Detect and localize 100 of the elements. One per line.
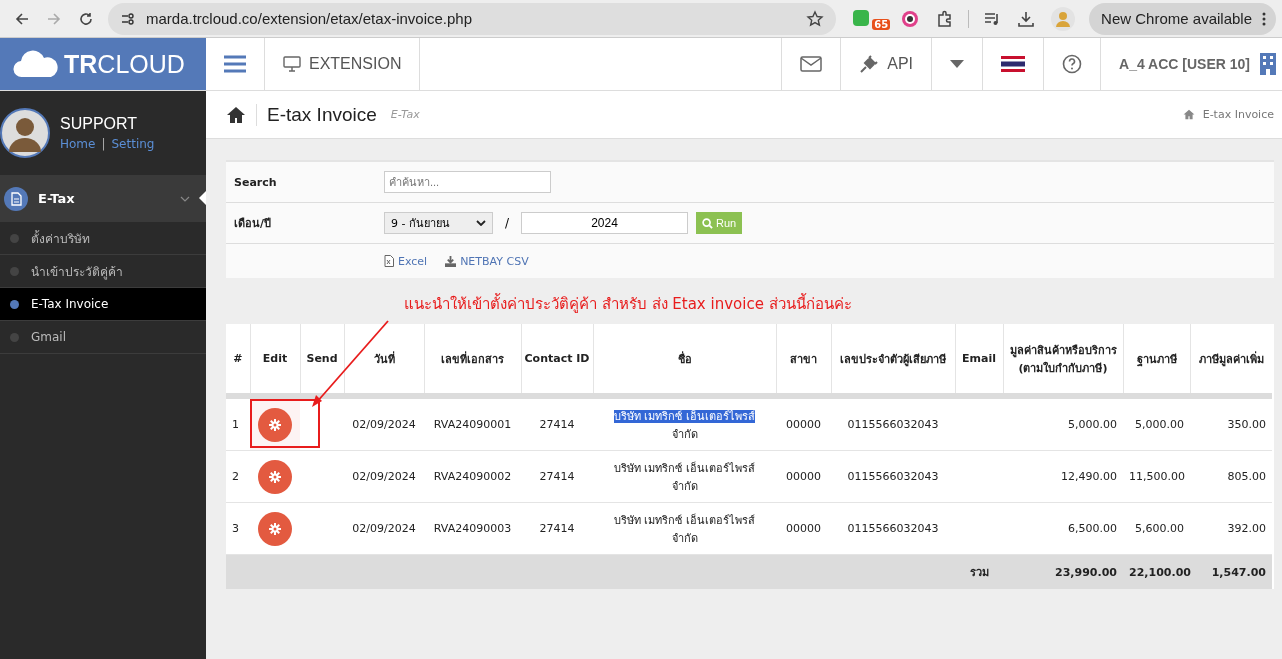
menu-item[interactable]: E-Tax Invoice [0, 288, 206, 321]
search-icon [702, 217, 714, 229]
month-select[interactable]: 9 - กันยายน [384, 212, 493, 234]
page-title: E-tax Invoice [267, 103, 377, 126]
menu-label: E-Tax [38, 191, 76, 206]
total-cell: 22,100.00 [1129, 565, 1191, 579]
notification-badge: 65 [872, 19, 891, 30]
star-icon[interactable] [806, 9, 825, 28]
gear-icon [269, 522, 281, 535]
column-header: มูลค่าสินค้าหรือบริการ (ตามใบกำกับภาษี) [1009, 343, 1117, 375]
table-cell: บริษัท เมทริกซ์ เอ็นเตอร์ไพรส์ [614, 513, 755, 527]
table-cell: 27414 [539, 522, 575, 535]
excel-link[interactable]: Excel [384, 254, 428, 268]
table-cell: 2 [232, 470, 239, 483]
column-header: ชื่อ [677, 352, 692, 366]
table-cell: 0115566032043 [847, 470, 939, 483]
table-cell: บริษัท เมทริกซ์ เอ็นเตอร์ไพรส์ [614, 461, 755, 475]
chevron-icon [180, 195, 190, 202]
table-cell: 00000 [786, 522, 821, 535]
breadcrumb[interactable]: E-tax Invoice [1202, 108, 1274, 121]
table-cell: 3 [232, 522, 239, 535]
period-label: เดือน/ปี [234, 216, 273, 232]
update-button[interactable]: New Chrome available [1089, 2, 1276, 35]
table-cell: จำกัด [671, 479, 698, 493]
download-icon [445, 255, 457, 267]
avatar-icon [0, 108, 50, 158]
home-link[interactable]: Home [60, 137, 96, 151]
chevron-icon [476, 220, 486, 226]
table-cell: 11,500.00 [1129, 470, 1185, 483]
setting-link[interactable]: Setting [111, 137, 155, 151]
site-info-icon[interactable] [120, 10, 136, 27]
table-cell: 805.00 [1227, 470, 1266, 483]
search-field[interactable]: คำค้นหา... [384, 171, 551, 193]
logo-text: TRCLOUD [64, 49, 185, 79]
table-cell: 0115566032043 [847, 522, 939, 535]
table-cell: 1 [232, 418, 239, 431]
caret-icon [950, 60, 965, 68]
separator: / [505, 216, 510, 230]
download-icon[interactable] [1017, 9, 1036, 28]
page-subtitle: E-Tax [390, 108, 420, 121]
url-text: marda.trcloud.co/extension/etax/etax-invoice.php [146, 10, 473, 27]
table-cell: RVA24090002 [433, 470, 512, 483]
table-cell: 00000 [786, 418, 821, 431]
table-cell: 27414 [539, 418, 575, 431]
column-header: ภาษีมูลค่าเพิ่ม [1198, 352, 1264, 366]
column-header: เลขประจำตัวผู้เสียภาษี [840, 352, 946, 366]
column-header: Email [962, 352, 996, 365]
column-header: สาขา [790, 352, 817, 366]
table-cell: 12,490.00 [1061, 470, 1117, 483]
back-icon[interactable] [14, 10, 30, 27]
column-header: เลขที่เอกสาร [441, 352, 504, 366]
address-bar[interactable]: marda.trcloud.co/extension/etax/etax-invoice.php [108, 2, 837, 35]
user-name[interactable]: A_4 ACC [USER 10] [1119, 56, 1250, 72]
table-cell: 5,000.00 [1135, 418, 1184, 431]
edit-button[interactable] [258, 459, 292, 494]
table-cell: RVA24090001 [433, 418, 512, 431]
table-cell: RVA24090003 [433, 522, 512, 535]
home-icon[interactable] [226, 105, 246, 124]
building-icon[interactable] [1260, 53, 1276, 75]
gear-icon [269, 418, 281, 431]
kebab-menu-icon[interactable] [1262, 11, 1266, 26]
column-header: Send [306, 352, 338, 365]
help-icon [1062, 54, 1083, 74]
column-header: # [233, 352, 243, 365]
link-separator: | [101, 137, 106, 151]
csv-download-link[interactable]: NETBAY CSV [445, 254, 529, 268]
gear-icon [269, 470, 281, 483]
table-cell: 02/09/2024 [352, 522, 416, 535]
column-header: ฐานภาษี [1136, 352, 1177, 366]
annotation-text: แนะนำให้เข้าตั้งค่าประวัติคู่ค้า สำหรับ ส่ง Etax invoice ส่วนนี้ก่อนค่ะ [404, 292, 853, 315]
total-label: รวม [969, 566, 989, 579]
file-icon [384, 255, 394, 267]
table-cell: 392.00 [1227, 522, 1266, 535]
search-label: Search [234, 175, 278, 189]
logo[interactable]: TRCLOUD [0, 38, 206, 90]
flag-icon [1001, 56, 1026, 72]
table-cell: 5,000.00 [1068, 418, 1117, 431]
reload-icon[interactable] [78, 10, 94, 27]
table-cell: 6,500.00 [1068, 522, 1117, 535]
column-header: Contact ID [524, 352, 590, 365]
table-cell: 350.00 [1227, 418, 1266, 431]
column-header: วันที่ [373, 352, 395, 366]
monitor-icon [283, 56, 301, 72]
table-cell: 0115566032043 [847, 418, 939, 431]
table-cell: 5,600.00 [1135, 522, 1184, 535]
camera-icon[interactable] [900, 8, 921, 29]
menu-group[interactable]: E-Tax [0, 175, 206, 222]
total-cell: 1,547.00 [1211, 565, 1266, 579]
menu-icon[interactable] [224, 55, 246, 73]
column-header: Edit [262, 352, 288, 365]
table-cell: 00000 [786, 470, 821, 483]
table-cell: จำกัด [671, 531, 698, 545]
year-field[interactable]: 2024 [521, 212, 689, 234]
edit-button[interactable] [258, 407, 292, 442]
total-cell: 23,990.00 [1055, 565, 1117, 579]
table-cell: 02/09/2024 [352, 418, 416, 431]
table-cell: 02/09/2024 [352, 470, 416, 483]
edit-button[interactable] [258, 511, 292, 546]
table-cell: 27414 [539, 470, 575, 483]
table-cell: บริษัท เมทริกซ์ เอ็นเตอร์ไพรส์ [614, 409, 755, 423]
